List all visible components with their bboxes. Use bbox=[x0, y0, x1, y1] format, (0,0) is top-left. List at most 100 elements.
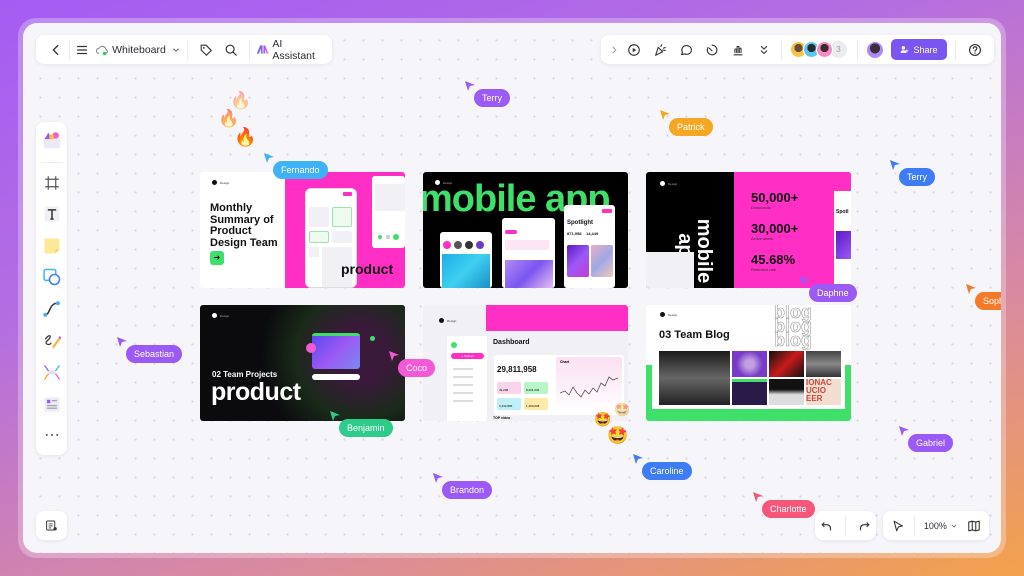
fire-reaction: 🔥 bbox=[234, 127, 257, 147]
phone-mockup bbox=[440, 232, 492, 288]
tag-button[interactable] bbox=[194, 37, 219, 63]
headline-line: mobile bbox=[693, 218, 715, 284]
chevron-right-icon bbox=[612, 46, 617, 53]
logo-text: Design bbox=[220, 314, 230, 318]
blog-watermark: blog blog blog bbox=[774, 305, 813, 350]
collapse-toolbar-button[interactable] bbox=[607, 37, 621, 63]
search-button[interactable] bbox=[219, 37, 244, 63]
stat-block: 30,000+ Active users bbox=[751, 221, 798, 241]
zoom-level-dropdown[interactable]: 100% bbox=[924, 521, 958, 531]
templates-icon bbox=[43, 132, 60, 149]
cursor-arrow-icon bbox=[890, 160, 900, 170]
upload-button: + Upload bbox=[451, 353, 484, 359]
current-user-avatar[interactable] bbox=[866, 40, 884, 59]
stat-label: Downloads bbox=[751, 205, 771, 210]
cursor-name-tag: Terry bbox=[899, 168, 935, 186]
select-tool-button[interactable] bbox=[891, 519, 905, 533]
shape-tool[interactable] bbox=[39, 265, 65, 289]
divider bbox=[857, 39, 858, 60]
chevron-down-icon[interactable] bbox=[170, 37, 181, 63]
slide-team-blog[interactable]: blog blog blog Design 03 Team Blog IONAC U… bbox=[646, 305, 851, 421]
help-button[interactable] bbox=[962, 37, 988, 63]
cursor-name-tag: Sebastian bbox=[126, 345, 183, 363]
board-outline-button[interactable] bbox=[36, 511, 67, 540]
stat-label: Active users bbox=[751, 236, 773, 241]
stat-block: 50,000+ Downloads bbox=[751, 190, 798, 210]
mindmap-icon bbox=[43, 365, 60, 381]
board-name[interactable]: Whiteboard bbox=[112, 44, 166, 56]
pen-icon bbox=[44, 334, 61, 349]
arrow-button-icon: ➜ bbox=[210, 251, 224, 265]
zoom-controls: 100% bbox=[883, 511, 989, 540]
pen-tool[interactable] bbox=[39, 329, 65, 353]
spotlight-label: Spotlight bbox=[567, 220, 593, 226]
divider bbox=[41, 161, 62, 163]
present-button[interactable] bbox=[621, 37, 647, 63]
mindmap-tool[interactable] bbox=[39, 360, 65, 384]
vote-icon bbox=[733, 45, 743, 55]
whiteboard-canvas[interactable]: Whiteboard AI Assistant 3 Share 100% Des… bbox=[23, 23, 1001, 553]
menu-button[interactable] bbox=[69, 37, 94, 63]
card-icon bbox=[44, 397, 59, 412]
back-button[interactable] bbox=[44, 37, 69, 63]
minimap-button[interactable] bbox=[967, 519, 981, 533]
celebrate-icon bbox=[655, 43, 666, 56]
connector-tool[interactable] bbox=[39, 297, 65, 321]
sticky-note-tool[interactable] bbox=[39, 234, 65, 258]
slide-app-stats[interactable]: Design mobile app 50,000+ Downloads 30,0… bbox=[646, 172, 851, 288]
slide-monthly-summary[interactable]: Design Monthly Summary of Product Design… bbox=[200, 172, 405, 288]
cursor-name-tag: Benjamin bbox=[339, 419, 393, 437]
avatar[interactable] bbox=[816, 41, 833, 58]
blog-image bbox=[806, 351, 841, 377]
ai-assistant-button[interactable]: AI Assistant bbox=[256, 38, 324, 62]
slide-team-projects[interactable]: Design 02 Team Projects product bbox=[200, 305, 405, 421]
hamburger-menu-icon bbox=[76, 45, 87, 54]
sticky-note-icon bbox=[44, 238, 59, 254]
more-tools-button[interactable] bbox=[751, 37, 777, 63]
divider bbox=[955, 39, 956, 60]
cursor-arrow-icon bbox=[660, 110, 670, 120]
share-button[interactable]: Share bbox=[891, 39, 947, 60]
play-icon bbox=[628, 43, 640, 56]
slide-dashboard[interactable]: Design + Upload Dashboard 29,811,958 49,… bbox=[423, 305, 628, 421]
templates-tool[interactable] bbox=[39, 128, 65, 152]
card-tool[interactable] bbox=[39, 392, 65, 416]
star-eyes-reaction: 🤩 bbox=[607, 426, 629, 445]
vote-button[interactable] bbox=[725, 37, 751, 63]
comment-button[interactable] bbox=[673, 37, 699, 63]
stat-value: 30,000+ bbox=[751, 221, 799, 236]
stat-block: 45.68% Retention rate bbox=[751, 252, 798, 272]
cursor-name-tag: Fernando bbox=[273, 161, 328, 179]
redo-button[interactable] bbox=[857, 519, 871, 533]
shape-icon bbox=[42, 269, 60, 286]
logo-icon bbox=[212, 313, 217, 318]
cursor-arrow-icon bbox=[117, 337, 127, 347]
frame-tool[interactable] bbox=[39, 171, 65, 195]
slide-mobile-app[interactable]: Design mobile app Spotlight 871,958 14,4… bbox=[423, 172, 628, 288]
cursor-arrow-icon bbox=[753, 492, 763, 502]
cursor-arrow-icon bbox=[264, 153, 274, 163]
star-eyes-reaction: 🤩 bbox=[614, 402, 631, 417]
divider bbox=[249, 39, 251, 60]
cursor-name-tag: Patrick bbox=[669, 118, 713, 136]
fire-reaction: 🔥 bbox=[230, 91, 252, 110]
product-label: product bbox=[341, 261, 394, 277]
celebrate-button[interactable] bbox=[647, 37, 673, 63]
more-tools[interactable] bbox=[39, 423, 65, 447]
divider bbox=[781, 39, 782, 60]
cursor-name-tag: Daphne bbox=[809, 284, 857, 302]
more-dots-icon bbox=[45, 434, 58, 437]
blog-image bbox=[732, 379, 767, 405]
stat: 14,449 bbox=[586, 231, 599, 236]
dashboard-title: Dashboard bbox=[493, 339, 530, 346]
collaborator-avatars[interactable]: 3 bbox=[790, 41, 847, 58]
undo-button[interactable] bbox=[820, 519, 834, 533]
logo-icon bbox=[439, 318, 444, 323]
text-tool[interactable] bbox=[39, 202, 65, 226]
divider bbox=[187, 39, 189, 60]
cursor-arrow-icon bbox=[899, 426, 909, 436]
side-panel-mockup bbox=[372, 176, 405, 248]
timer-button[interactable] bbox=[699, 37, 725, 63]
cursor-name-tag: Caroline bbox=[642, 462, 692, 480]
search-bar-mockup bbox=[312, 374, 360, 380]
